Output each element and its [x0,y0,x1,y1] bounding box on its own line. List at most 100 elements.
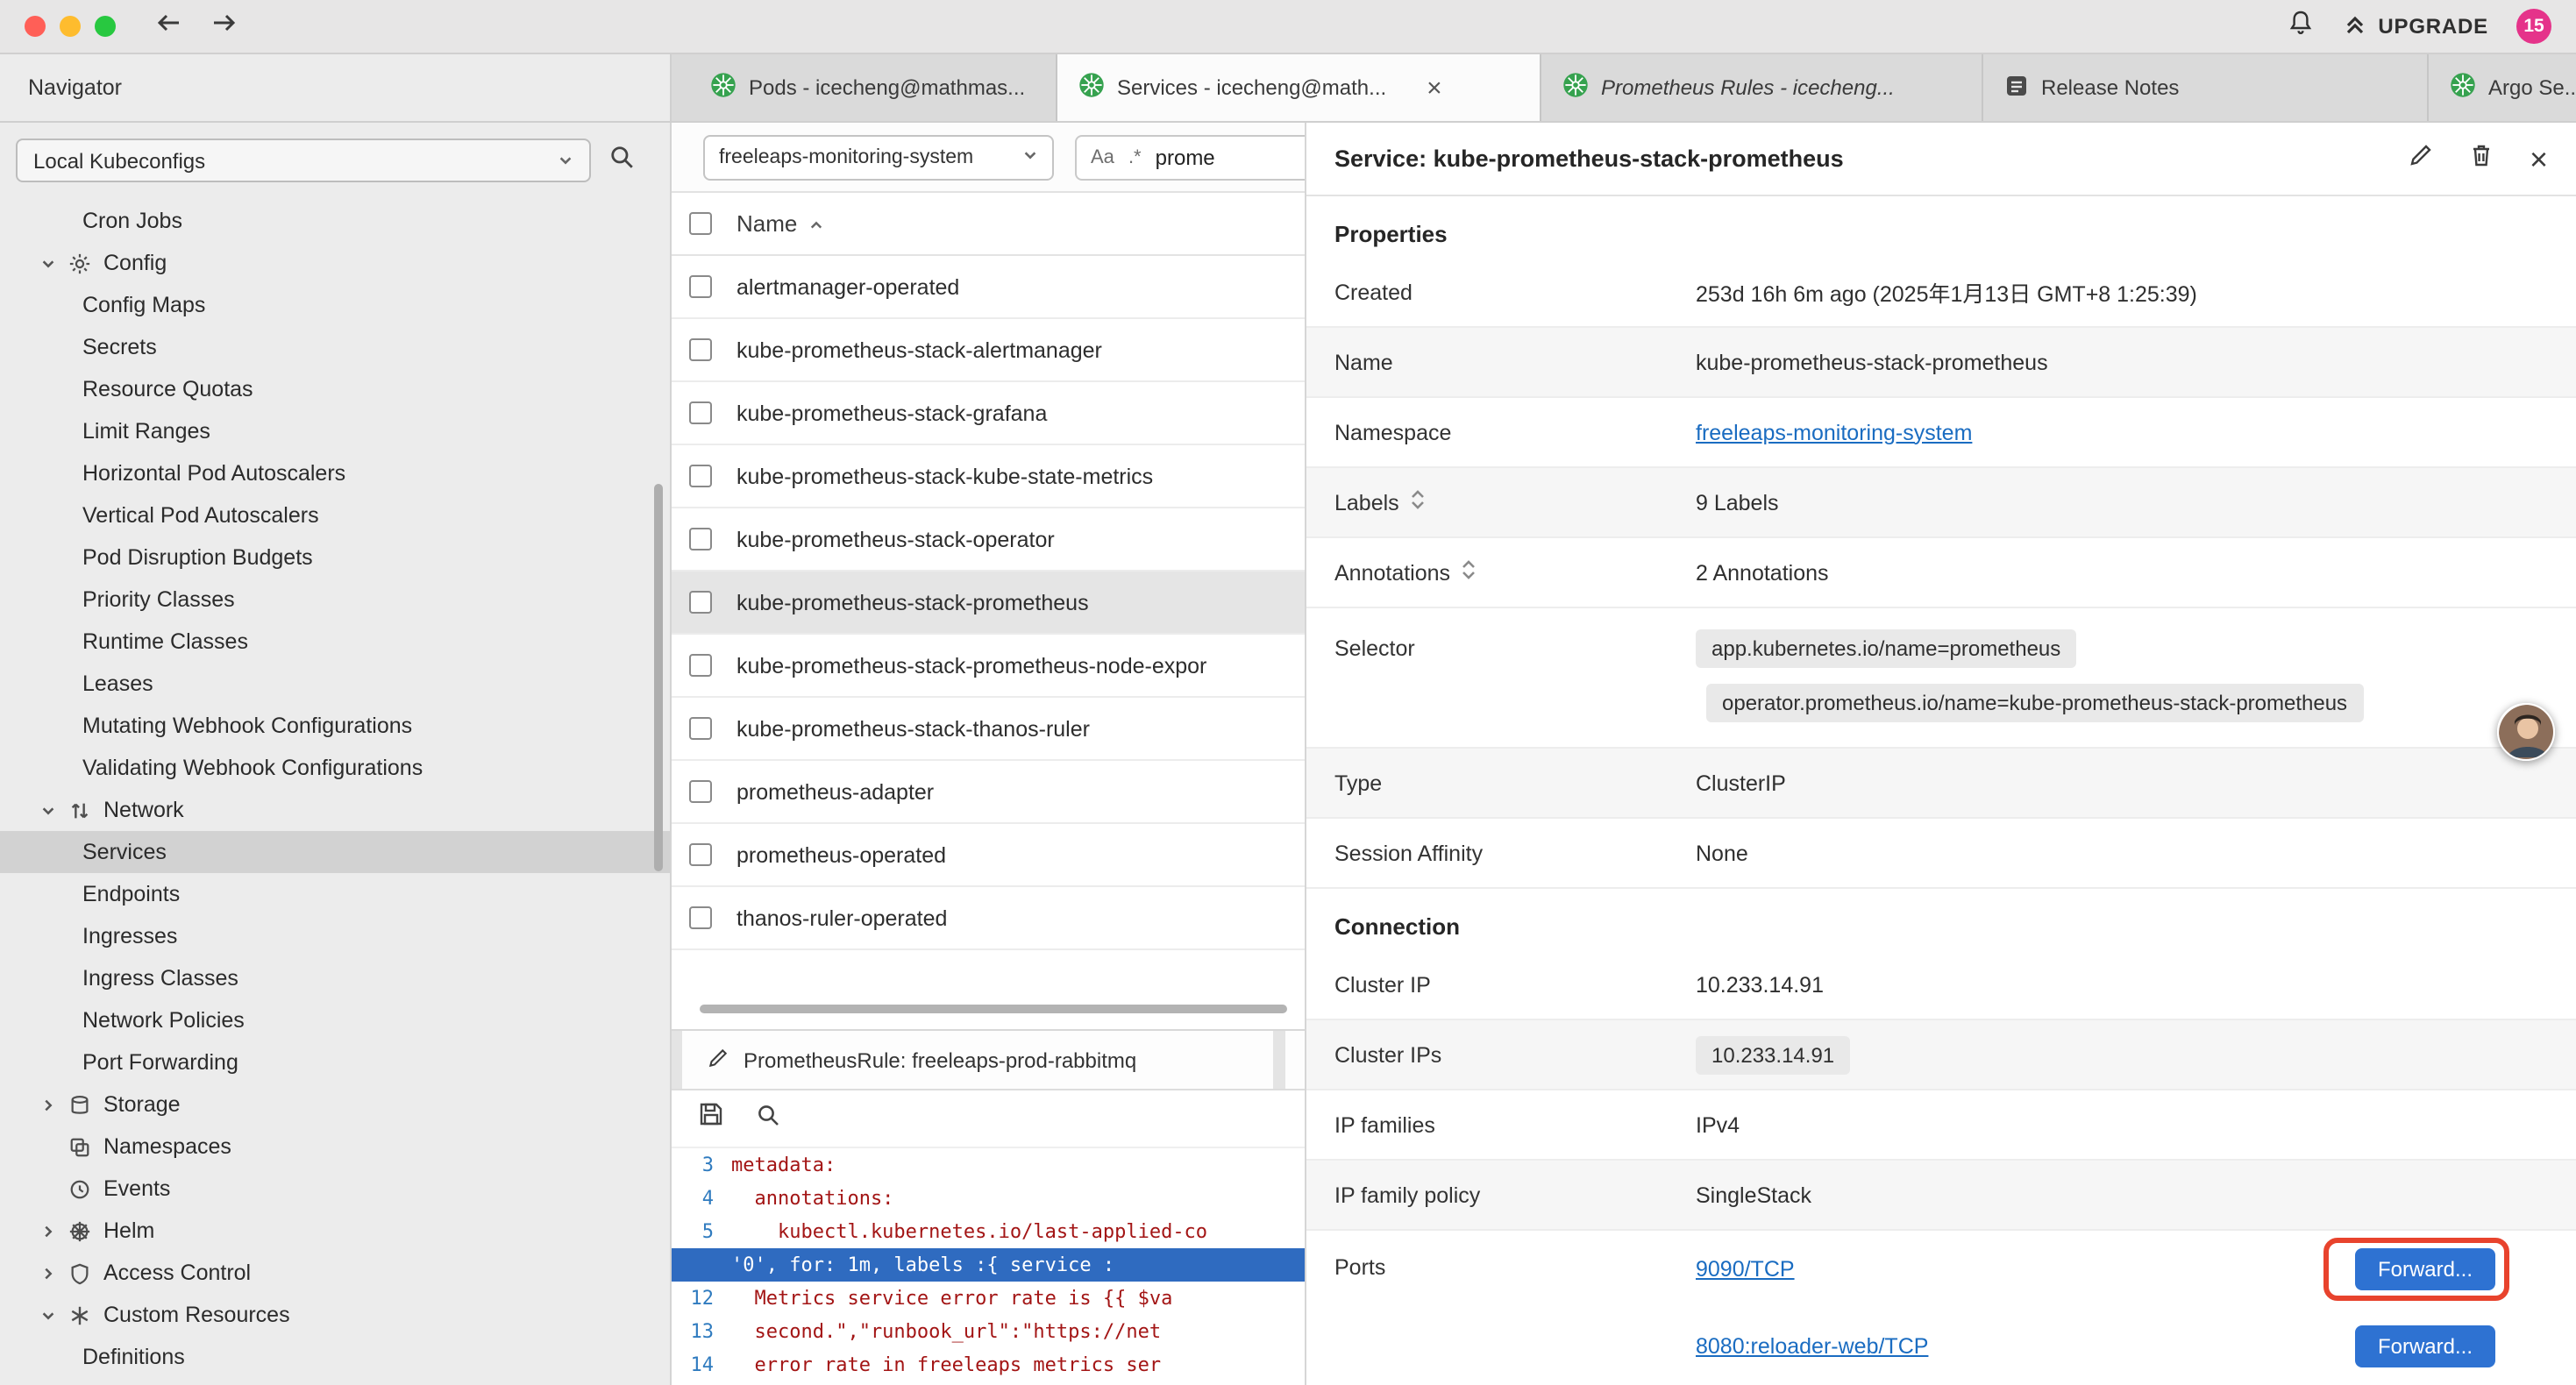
sidebar-item-priority-classes[interactable]: Priority Classes [0,579,670,621]
sidebar-item-services[interactable]: Services [0,831,670,873]
line-text: error rate in freeleaps metrics ser [731,1348,1161,1381]
sidebar-item-horizontal-pod-autoscalers[interactable]: Horizontal Pod Autoscalers [0,452,670,494]
row-checkbox[interactable] [689,780,712,803]
upgrade-button[interactable]: UPGRADE [2343,11,2488,41]
sidebar-item-ingresses[interactable]: Ingresses [0,915,670,957]
service-row[interactable]: prometheus-adapter [672,761,1305,824]
row-checkbox[interactable] [689,717,712,740]
sidebar-item-events[interactable]: Events [0,1168,670,1210]
row-checkbox[interactable] [689,338,712,361]
name-column-label: Name [737,210,797,237]
sidebar-item-helm[interactable]: Helm [0,1210,670,1252]
forward-icon[interactable] [209,10,238,43]
port-link[interactable]: 8080:reloader-web/TCP [1696,1334,1928,1359]
delete-trash-icon[interactable] [2470,141,2494,176]
select-all-checkbox[interactable] [689,212,712,235]
services-search-input[interactable]: Aa .* prome [1075,134,1306,180]
name-column-header[interactable]: Name [737,210,823,237]
sidebar-item-network-policies[interactable]: Network Policies [0,999,670,1041]
sidebar-item-config[interactable]: Config [0,242,670,284]
editor-search-icon[interactable] [756,1102,780,1135]
service-row[interactable]: kube-prometheus-stack-kube-state-metrics [672,445,1305,508]
close-window-button[interactable] [25,16,46,37]
sidebar-item-definitions[interactable]: Definitions [0,1336,670,1378]
row-checkbox[interactable] [689,591,712,614]
sidebar-item-network[interactable]: Network [0,789,670,831]
namespaces-icon [67,1135,93,1158]
sidebar-item-config-maps[interactable]: Config Maps [0,284,670,326]
services-toolbar: freeleaps-monitoring-system Aa .* prome [672,123,1305,193]
back-icon[interactable] [154,10,184,43]
expand-collapse-icon[interactable] [1461,559,1477,586]
row-checkbox[interactable] [689,906,712,929]
minimize-window-button[interactable] [60,16,81,37]
edit-pencil-icon[interactable] [2409,141,2435,176]
service-row[interactable]: alertmanager-operated [672,256,1305,319]
row-checkbox[interactable] [689,401,712,424]
kubeconfig-selector-value: Local Kubeconfigs [33,148,205,173]
dock-tab-partial[interactable] [1285,1031,1306,1089]
horizontal-scrollbar[interactable] [700,1005,1287,1013]
row-checkbox[interactable] [689,528,712,550]
service-row[interactable]: kube-prometheus-stack-thanos-ruler [672,698,1305,761]
sidebar-item-validating-webhook-configurations[interactable]: Validating Webhook Configurations [0,747,670,789]
regex-toggle[interactable]: .* [1128,146,1142,167]
tab-pods[interactable]: Pods - icecheng@mathmas... [689,54,1057,121]
service-row[interactable]: kube-prometheus-stack-alertmanager [672,319,1305,382]
match-case-toggle[interactable]: Aa [1091,146,1114,167]
service-row[interactable]: kube-prometheus-stack-operator [672,508,1305,572]
sidebar-item-namespaces[interactable]: Namespaces [0,1126,670,1168]
row-checkbox[interactable] [689,465,712,487]
notifications-bell-icon[interactable] [2287,8,2315,45]
yaml-editor[interactable]: 3metadata: 4 annotations: 5 kubectl.kube… [672,1148,1305,1385]
tab-release-notes[interactable]: Release Notes [1983,54,2429,121]
tab-prometheus-rules[interactable]: Prometheus Rules - icecheng... [1541,54,1983,121]
sidebar-item-endpoints[interactable]: Endpoints [0,873,670,915]
sidebar-scrollbar[interactable] [654,484,663,871]
namespace-filter-select[interactable]: freeleaps-monitoring-system [703,134,1054,180]
sidebar-item-storage[interactable]: Storage [0,1083,670,1126]
namespace-link[interactable]: freeleaps-monitoring-system [1696,420,1972,444]
sidebar-item-custom-resources[interactable]: Custom Resources [0,1294,670,1336]
sidebar-item-cron-jobs[interactable]: Cron Jobs [0,200,670,242]
service-row[interactable]: thanos-ruler-operated [672,887,1305,950]
expand-collapse-icon[interactable] [1410,489,1426,515]
save-icon[interactable] [698,1101,724,1136]
avatar[interactable] [2497,703,2555,761]
sidebar-item-label: Pod Disruption Budgets [82,545,313,570]
sidebar-item-pod-disruption-budgets[interactable]: Pod Disruption Budgets [0,536,670,579]
sidebar-item-vertical-pod-autoscalers[interactable]: Vertical Pod Autoscalers [0,494,670,536]
tab-services[interactable]: Services - icecheng@math... × [1057,54,1541,121]
sidebar-item-resource-quotas[interactable]: Resource Quotas [0,368,670,410]
row-checkbox[interactable] [689,843,712,866]
port-link[interactable]: 9090/TCP [1696,1257,1795,1282]
forward-button[interactable]: Forward... [2355,1325,2495,1367]
sidebar-item-limit-ranges[interactable]: Limit Ranges [0,410,670,452]
service-row[interactable]: kube-prometheus-stack-prometheus-node-ex… [672,635,1305,698]
sidebar-item-port-forwarding[interactable]: Port Forwarding [0,1041,670,1083]
tab-close-icon[interactable]: × [1427,75,1442,101]
row-checkbox[interactable] [689,275,712,298]
sidebar-item-leases[interactable]: Leases [0,663,670,705]
notification-count-badge[interactable]: 15 [2516,9,2551,44]
code-line: 12 Metrics service error rate is {{ $va [672,1282,1305,1315]
zoom-window-button[interactable] [95,16,116,37]
upgrade-label: UPGRADE [2378,14,2488,39]
sidebar-item-access-control[interactable]: Access Control [0,1252,670,1294]
dock-tab-prometheusrule[interactable]: PrometheusRule: freeleaps-prod-rabbitmq [682,1031,1273,1089]
sidebar-search-icon[interactable] [608,143,635,178]
sidebar-item-runtime-classes[interactable]: Runtime Classes [0,621,670,663]
service-row[interactable]: prometheus-operated [672,824,1305,887]
kubeconfig-selector[interactable]: Local Kubeconfigs [16,138,591,182]
sidebar-item-mutating-webhook-configurations[interactable]: Mutating Webhook Configurations [0,705,670,747]
tab-argo[interactable]: Argo Se... [2429,54,2576,121]
service-row[interactable]: kube-prometheus-stack-grafana [672,382,1305,445]
row-label: Labels [1334,490,1399,515]
sidebar-item-label: Mutating Webhook Configurations [82,714,412,738]
sidebar-item-ingress-classes[interactable]: Ingress Classes [0,957,670,999]
service-row-selected[interactable]: kube-prometheus-stack-prometheus [672,572,1305,635]
forward-button[interactable]: Forward... [2355,1248,2495,1290]
row-checkbox[interactable] [689,654,712,677]
close-panel-icon[interactable]: × [2530,143,2548,174]
sidebar-item-secrets[interactable]: Secrets [0,326,670,368]
